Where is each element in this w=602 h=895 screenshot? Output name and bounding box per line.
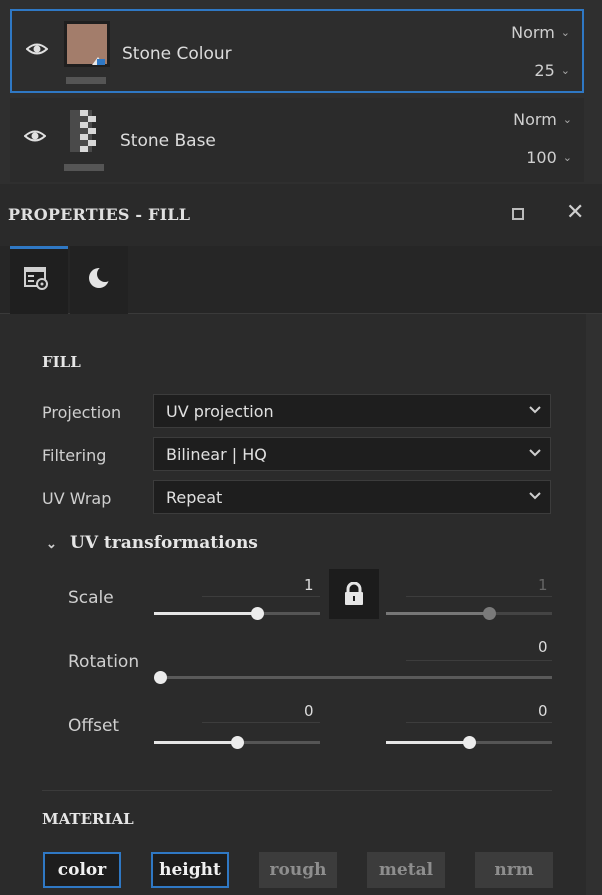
offset-v-fill (386, 741, 469, 744)
lock-icon (345, 582, 363, 605)
float-window-icon[interactable] (512, 208, 524, 220)
scale-v-value: 1 (538, 576, 548, 594)
offset-v-value[interactable]: 0 (538, 702, 548, 720)
section-divider (42, 790, 552, 791)
opacity-value: 25 (534, 61, 555, 80)
scale-lock-button[interactable] (329, 569, 379, 619)
layer-mask-bar (64, 164, 104, 171)
properties-header: PROPERTIES - FILL ✕ (0, 184, 602, 246)
blend-mode-select[interactable]: Norm ⌄ (511, 23, 570, 42)
offset-v-slider-handle[interactable] (463, 736, 476, 749)
channel-rough-button[interactable]: rough (259, 852, 337, 888)
chevron-down-icon: ⌄ (562, 113, 572, 126)
offset-u-value[interactable]: 0 (304, 702, 314, 720)
layer-row-stone-colour[interactable]: Stone Colour Norm ⌄ 25 ⌄ (10, 9, 584, 93)
uv-transformations-toggle[interactable]: ⌄ UV transformations (46, 533, 258, 553)
tab-material[interactable] (70, 246, 128, 314)
uv-wrap-select[interactable]: Repeat (153, 480, 551, 514)
filtering-label: Filtering (42, 446, 107, 465)
scale-u-value[interactable]: 1 (304, 576, 314, 594)
blend-mode-value: Norm (513, 110, 557, 129)
offset-v-field-line (406, 722, 552, 723)
projection-value: UV projection (166, 402, 274, 421)
channel-color-button[interactable]: color (43, 852, 121, 888)
close-icon[interactable]: ✕ (566, 200, 584, 225)
uv-wrap-value: Repeat (166, 488, 223, 507)
scale-u-slider-handle[interactable] (251, 607, 264, 620)
blend-mode-value: Norm (511, 23, 555, 42)
opacity-select[interactable]: 100 ⌄ (526, 148, 572, 167)
rotation-track[interactable] (160, 676, 552, 679)
filtering-value: Bilinear | HQ (166, 445, 267, 464)
layer-thumbnail[interactable] (64, 21, 110, 67)
eye-icon[interactable] (26, 38, 48, 60)
layer-name[interactable]: Stone Base (120, 131, 216, 151)
offset-label: Offset (68, 716, 120, 736)
tab-fill-settings[interactable] (10, 246, 68, 314)
scale-u-field-line (202, 596, 320, 597)
layer-thumbnail[interactable] (62, 108, 108, 154)
scale-v-field-line (406, 596, 552, 597)
projection-label: Projection (42, 403, 122, 422)
rotation-field-line (406, 660, 552, 661)
chevron-down-icon: ⌄ (560, 64, 570, 77)
rotation-slider-handle[interactable] (154, 671, 167, 684)
uv-transformations-title: UV transformations (70, 533, 258, 553)
material-section-title: MATERIAL (42, 810, 134, 828)
scale-u-fill (154, 612, 257, 615)
opacity-value: 100 (526, 148, 557, 167)
layer-row-stone-base[interactable]: Stone Base Norm ⌄ 100 ⌄ (10, 98, 584, 182)
chevron-down-icon: ⌄ (562, 151, 572, 164)
blend-mode-select[interactable]: Norm ⌄ (513, 110, 572, 129)
rotation-label: Rotation (68, 652, 140, 672)
offset-u-slider-handle[interactable] (231, 736, 244, 749)
material-sphere-icon (89, 266, 112, 288)
offset-u-field-line (202, 722, 320, 723)
properties-tabs (0, 246, 602, 314)
scale-v-slider-handle (483, 607, 496, 620)
panel-title: PROPERTIES - FILL (8, 205, 191, 224)
uv-wrap-label: UV Wrap (42, 489, 112, 508)
layer-mask-bar (66, 77, 106, 84)
channel-height-button[interactable]: height (151, 852, 229, 888)
opacity-select[interactable]: 25 ⌄ (534, 61, 570, 80)
chevron-down-icon (529, 449, 541, 457)
channel-metal-button[interactable]: metal (367, 852, 445, 888)
projection-select[interactable]: UV projection (153, 394, 551, 428)
scrollbar[interactable] (586, 314, 602, 895)
chevron-down-icon: ⌄ (560, 26, 570, 39)
layer-name[interactable]: Stone Colour (122, 44, 232, 64)
scale-label: Scale (68, 588, 114, 608)
chevron-down-icon (529, 406, 541, 414)
layer-stack: Stone Colour Norm ⌄ 25 ⌄ Stone Base Norm ⌄ … (0, 0, 602, 184)
rotation-value[interactable]: 0 (538, 638, 548, 656)
eye-icon[interactable] (24, 125, 46, 147)
fill-settings-icon (24, 267, 48, 290)
chevron-down-icon: ⌄ (46, 537, 57, 552)
chevron-down-icon (529, 492, 541, 500)
fill-section-title: FILL (42, 353, 81, 371)
channel-nrm-button[interactable]: nrm (475, 852, 553, 888)
scale-v-fill (386, 612, 489, 615)
filtering-select[interactable]: Bilinear | HQ (153, 437, 551, 471)
offset-u-fill (154, 741, 237, 744)
